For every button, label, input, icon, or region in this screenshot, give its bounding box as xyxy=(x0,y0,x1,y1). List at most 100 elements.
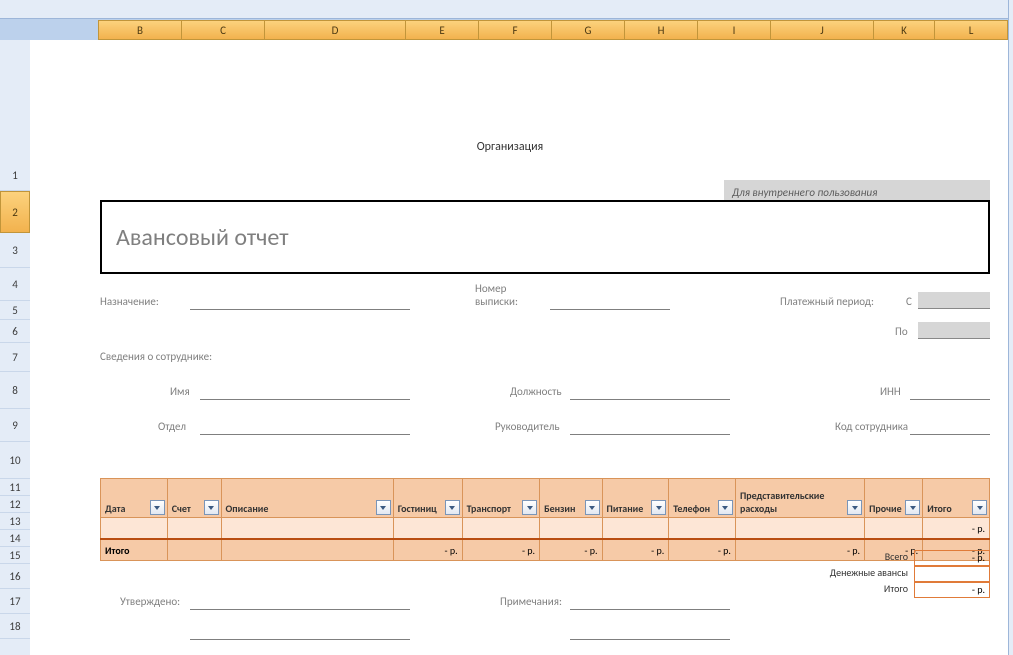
filter-icon[interactable] xyxy=(204,500,219,515)
col-head-G[interactable]: G xyxy=(551,20,625,40)
cell[interactable] xyxy=(101,518,168,540)
filter-icon[interactable] xyxy=(718,500,733,515)
label-department: Отдел xyxy=(158,420,186,433)
row-head-18[interactable]: 18 xyxy=(0,614,30,639)
field-position[interactable] xyxy=(570,398,730,400)
col-head-E[interactable]: E xyxy=(405,20,479,40)
row-label: 6 xyxy=(12,325,18,338)
row-label: 11 xyxy=(9,481,20,494)
cell[interactable] xyxy=(221,518,393,540)
field-purpose[interactable] xyxy=(190,308,410,310)
row-label: 18 xyxy=(9,620,20,633)
row-label: 16 xyxy=(9,570,20,583)
th-meals[interactable]: Питание xyxy=(602,479,669,518)
row-head-7[interactable]: 7 xyxy=(0,343,30,372)
col-head-J[interactable]: J xyxy=(770,20,874,40)
filter-icon[interactable] xyxy=(522,500,537,515)
col-head-F[interactable]: F xyxy=(478,20,552,40)
filter-icon[interactable] xyxy=(585,500,600,515)
row-head-16[interactable]: 16 xyxy=(0,564,30,589)
th-gas[interactable]: Бензин xyxy=(540,479,602,518)
filter-icon[interactable] xyxy=(445,500,460,515)
col-head-K[interactable]: K xyxy=(873,20,935,40)
th-transport[interactable]: Транспорт xyxy=(462,479,539,518)
th-hotel[interactable]: Гостиниц xyxy=(393,479,462,518)
field-manager[interactable] xyxy=(570,433,730,435)
th-account[interactable]: Счет xyxy=(167,479,221,518)
field-pay-from[interactable] xyxy=(918,292,990,309)
summary-value[interactable]: - р. xyxy=(914,582,990,598)
row-head-13[interactable]: 13 xyxy=(0,513,30,530)
row-label: 8 xyxy=(12,384,18,397)
worksheet-area[interactable]: Организация Для внутреннего пользования … xyxy=(30,40,1013,655)
field-approved-1[interactable] xyxy=(190,608,410,610)
filter-icon[interactable] xyxy=(376,500,391,515)
col-head-L[interactable]: L xyxy=(934,20,1008,40)
summary-value[interactable]: - р. xyxy=(914,550,990,566)
th-total[interactable]: Итого xyxy=(923,479,990,518)
vertical-scrollbar[interactable] xyxy=(1008,0,1013,655)
col-head-B[interactable]: B xyxy=(98,20,182,40)
row-head-15[interactable]: 15 xyxy=(0,547,30,564)
filter-icon[interactable] xyxy=(651,500,666,515)
th-description[interactable]: Описание xyxy=(221,479,393,518)
summary-label: Денежные авансы xyxy=(770,566,914,582)
filter-icon[interactable] xyxy=(905,500,920,515)
field-pay-to[interactable] xyxy=(918,322,990,339)
col-label: H xyxy=(658,24,665,37)
th-phone[interactable]: Телефон xyxy=(669,479,736,518)
col-head-C[interactable]: C xyxy=(181,20,265,40)
row-head-17[interactable]: 17 xyxy=(0,589,30,614)
field-notes-2[interactable] xyxy=(570,638,730,640)
th-entertainment[interactable]: Представительские расходы xyxy=(735,479,864,518)
filter-icon[interactable] xyxy=(972,500,987,515)
summary-value[interactable] xyxy=(914,566,990,582)
field-department[interactable] xyxy=(200,433,410,435)
col-head-H[interactable]: H xyxy=(624,20,698,40)
field-approved-2[interactable] xyxy=(190,638,410,640)
col-head-D[interactable]: D xyxy=(264,20,406,40)
field-emp-code[interactable] xyxy=(910,433,990,435)
col-label: J xyxy=(820,24,824,37)
table-data-row[interactable]: - р. xyxy=(101,518,990,540)
cell[interactable] xyxy=(735,518,864,540)
table-header-row: Дата Счет Описание Гостиниц Транспорт Бе… xyxy=(101,479,990,518)
row-head-9[interactable]: 9 xyxy=(0,409,30,442)
field-inn[interactable] xyxy=(910,398,990,400)
label-purpose: Назначение: xyxy=(100,295,159,308)
row-label: 1 xyxy=(12,169,18,182)
th-date[interactable]: Дата xyxy=(101,479,168,518)
label-to: По xyxy=(895,325,908,338)
row-head-2[interactable]: 2 xyxy=(0,191,30,233)
row-head-8[interactable]: 8 xyxy=(0,372,30,409)
cell[interactable] xyxy=(602,518,669,540)
row-head-5[interactable]: 5 xyxy=(0,301,30,320)
field-notes-1[interactable] xyxy=(570,608,730,610)
title-cell[interactable]: Авансовый отчет xyxy=(100,200,990,274)
row-head-11[interactable]: 11 xyxy=(0,479,30,496)
cell[interactable] xyxy=(393,518,462,540)
row-head-12[interactable]: 12 xyxy=(0,496,30,513)
cell[interactable] xyxy=(669,518,736,540)
th-other[interactable]: Прочие xyxy=(865,479,923,518)
filter-icon[interactable] xyxy=(847,500,862,515)
row-head-6[interactable]: 6 xyxy=(0,320,30,343)
row-head-14[interactable]: 14 xyxy=(0,530,30,547)
row-head-4[interactable]: 4 xyxy=(0,268,30,301)
row-head-3[interactable]: 3 xyxy=(0,233,30,268)
row-head-10[interactable]: 10 xyxy=(0,442,30,479)
col-label: L xyxy=(969,24,974,37)
cell[interactable] xyxy=(540,518,602,540)
cell[interactable] xyxy=(865,518,923,540)
cell[interactable] xyxy=(167,518,221,540)
field-statement-no[interactable] xyxy=(550,308,670,310)
row-head-1[interactable]: 1 xyxy=(0,160,30,191)
row-header-strip: 1 2 3 4 5 6 7 8 9 10 11 12 13 14 15 16 1… xyxy=(0,40,31,655)
col-head-I[interactable]: I xyxy=(697,20,771,40)
row-label: 4 xyxy=(12,278,18,291)
field-name[interactable] xyxy=(200,398,410,400)
excel-viewport: B C D E F G H I J K L 1 2 3 4 5 6 7 8 9 … xyxy=(0,0,1013,655)
filter-icon[interactable] xyxy=(150,500,165,515)
cell[interactable]: - р. xyxy=(923,518,990,540)
cell[interactable] xyxy=(462,518,539,540)
